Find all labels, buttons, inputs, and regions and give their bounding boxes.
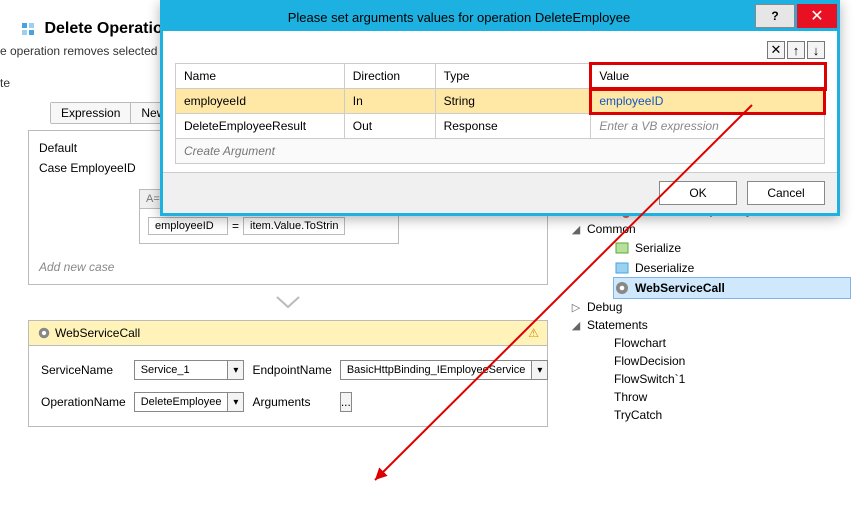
tree-label: Throw	[614, 390, 647, 404]
wsc-title: WebServiceCall	[55, 326, 140, 340]
move-up-button[interactable]: ↑	[787, 41, 805, 59]
chevron-down-icon	[273, 293, 303, 311]
gear-icon	[37, 326, 51, 340]
delete-row-button[interactable]: ✕	[767, 41, 785, 59]
tree-item[interactable]: Serialize	[614, 238, 850, 258]
tree-label: Common	[587, 222, 636, 236]
tree-label: FlowDecision	[614, 354, 685, 368]
tree-label: TryCatch	[614, 408, 662, 422]
tree-debug[interactable]: ▷ Debug	[570, 298, 850, 316]
ok-button[interactable]: OK	[659, 181, 737, 205]
service-combo[interactable]: Service_1▾	[134, 360, 245, 380]
tree-item[interactable]: Throw	[614, 388, 850, 406]
tree-common[interactable]: ◢ Common	[570, 220, 850, 238]
tree-label: Deserialize	[635, 261, 694, 275]
service-value: Service_1	[135, 361, 228, 379]
dialog-titlebar[interactable]: Please set arguments values for operatio…	[163, 3, 837, 31]
col-name[interactable]: Name	[176, 64, 345, 89]
operation-label: OperationName	[37, 386, 130, 418]
tree-item[interactable]: Flowchart	[614, 334, 850, 352]
serialize-icon	[614, 240, 630, 256]
tree-item-selected[interactable]: WebServiceCall	[614, 278, 850, 298]
grid-row[interactable]: DeleteEmployeeResult Out Response Enter …	[176, 114, 825, 139]
deserialize-icon	[614, 260, 630, 276]
tree-item[interactable]: Deserialize	[614, 258, 850, 278]
tree-item[interactable]: FlowSwitch`1	[614, 370, 850, 388]
tree-label: Serialize	[635, 241, 681, 255]
operation-value: DeleteEmployee	[135, 393, 228, 411]
arguments-label: Arguments	[248, 386, 335, 418]
tree-label: WebServiceCall	[635, 281, 725, 295]
endpoint-label: EndpointName	[248, 354, 335, 386]
gear-icon	[614, 280, 630, 296]
activity-tree: CreateCSEntryChangeResult ◢Common Serial…	[570, 200, 850, 424]
arguments-grid: Name Direction Type Value employeeId In …	[175, 63, 825, 164]
tab-expression[interactable]: Expression	[51, 103, 131, 123]
cell-name[interactable]: employeeId	[176, 89, 345, 114]
col-value[interactable]: Value	[591, 64, 825, 89]
dialog-title: Please set arguments values for operatio…	[163, 10, 755, 25]
close-button[interactable]: ✕	[797, 4, 837, 28]
arguments-dialog: Please set arguments values for operatio…	[160, 0, 840, 216]
cell-type[interactable]: String	[435, 89, 591, 114]
cell-direction[interactable]: In	[344, 89, 435, 114]
workflow-icon	[20, 21, 36, 37]
webservicecall-activity[interactable]: WebServiceCall ⚠ ServiceName Service_1▾ …	[28, 320, 548, 427]
tree-item[interactable]: TryCatch	[614, 406, 850, 424]
col-direction[interactable]: Direction	[344, 64, 435, 89]
caret-down-icon[interactable]: ◢	[570, 319, 582, 332]
tree-label: Debug	[587, 300, 622, 314]
warning-icon: ⚠	[528, 326, 539, 340]
endpoint-combo[interactable]: BasicHttpBinding_IEmployeeService▾	[340, 360, 549, 380]
help-button[interactable]: ?	[755, 4, 795, 28]
cell-type[interactable]: Response	[435, 114, 591, 139]
create-argument-label: Create Argument	[176, 139, 825, 164]
assign-to[interactable]: employeeID	[148, 217, 228, 235]
chevron-down-icon[interactable]: ▾	[531, 361, 547, 379]
endpoint-value: BasicHttpBinding_IEmployeeService	[341, 361, 532, 379]
chevron-down-icon[interactable]: ▾	[227, 393, 243, 411]
cell-direction[interactable]: Out	[344, 114, 435, 139]
service-label: ServiceName	[37, 354, 130, 386]
grid-row[interactable]: employeeId In String employeeID	[176, 89, 825, 114]
cancel-button[interactable]: Cancel	[747, 181, 825, 205]
operation-combo[interactable]: DeleteEmployee▾	[134, 392, 245, 412]
arguments-button[interactable]: ...	[340, 392, 352, 412]
caret-right-icon[interactable]: ▷	[570, 301, 582, 314]
tree-label: FlowSwitch`1	[614, 372, 685, 386]
chevron-down-icon[interactable]: ▾	[227, 361, 243, 379]
tree-label: Statements	[587, 318, 648, 332]
connector	[28, 293, 548, 314]
assign-eq: =	[232, 219, 239, 233]
move-down-button[interactable]: ↓	[807, 41, 825, 59]
cell-value[interactable]: employeeID	[591, 89, 824, 113]
assign-value[interactable]: item.Value.ToStrin	[243, 217, 345, 235]
add-new-case[interactable]: Add new case	[39, 260, 537, 274]
caret-down-icon[interactable]: ◢	[570, 223, 582, 236]
tree-item[interactable]: FlowDecision	[614, 352, 850, 370]
tree-label: Flowchart	[614, 336, 666, 350]
cell-name[interactable]: DeleteEmployeeResult	[176, 114, 345, 139]
tree-statements[interactable]: ◢ Statements	[570, 316, 850, 334]
col-type[interactable]: Type	[435, 64, 591, 89]
create-argument-row[interactable]: Create Argument	[176, 139, 825, 164]
cell-value-placeholder[interactable]: Enter a VB expression	[591, 114, 824, 138]
